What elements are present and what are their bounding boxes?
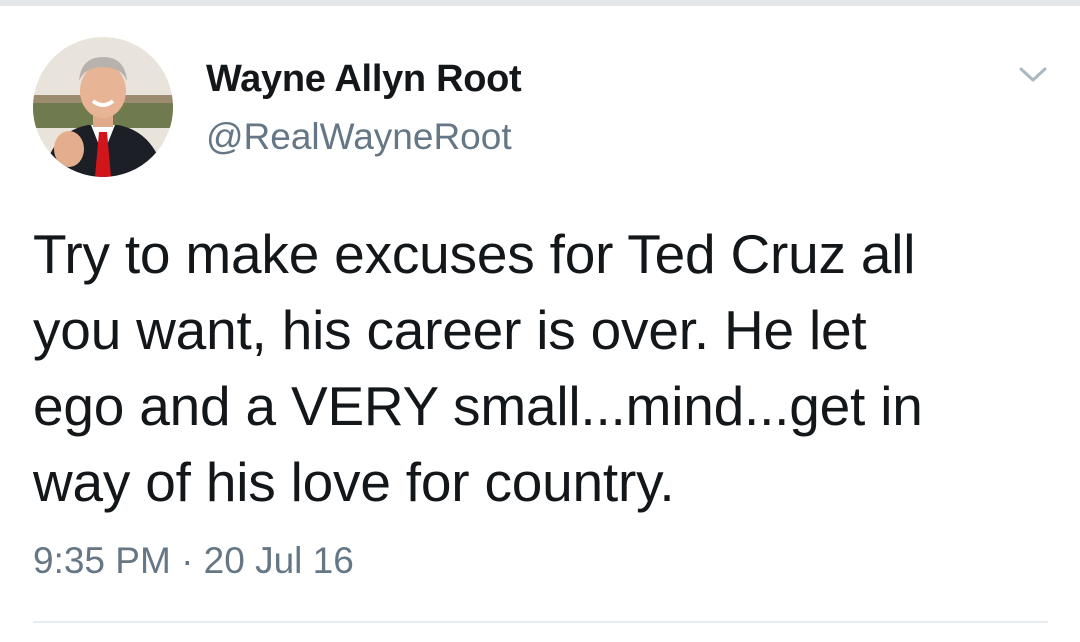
author-display-name[interactable]: Wayne Allyn Root [206, 58, 522, 101]
tweet-text: Try to make excuses for Ted Cruz all you… [33, 223, 923, 513]
avatar[interactable] [33, 37, 173, 177]
bottom-divider [33, 621, 1048, 623]
chevron-down-icon [1019, 67, 1047, 82]
author-handle[interactable]: @RealWayneRoot [206, 116, 512, 158]
tweet-timestamp[interactable]: 9:35 PM · 20 Jul 16 [33, 540, 354, 582]
top-divider [0, 0, 1080, 6]
profile-photo-icon [33, 37, 173, 177]
tweet-menu-button[interactable] [1010, 58, 1056, 92]
